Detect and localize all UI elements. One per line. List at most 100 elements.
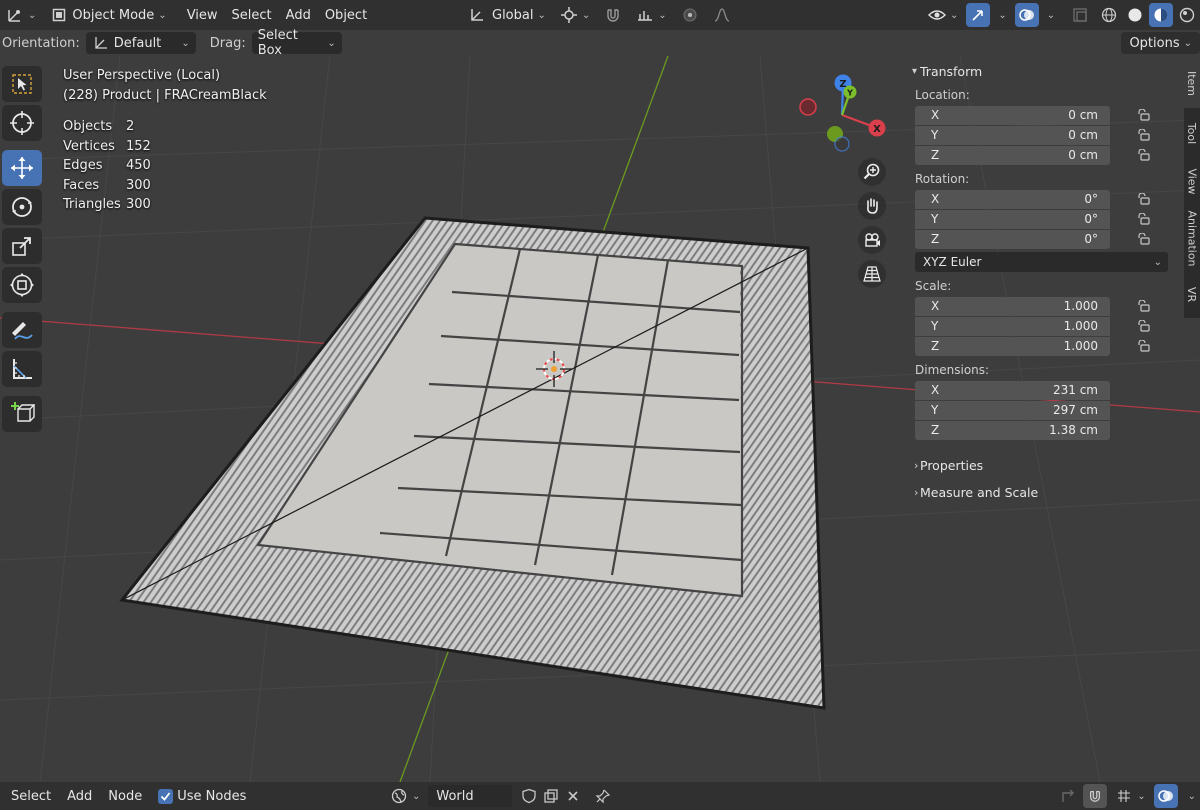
world-name-field[interactable]: World bbox=[428, 785, 513, 807]
location-label: Location: bbox=[915, 88, 970, 102]
duplicate-icon[interactable] bbox=[542, 787, 560, 805]
parent-node-icon[interactable] bbox=[1059, 787, 1077, 805]
snap-toggle[interactable] bbox=[598, 3, 628, 27]
unlink-x-icon[interactable] bbox=[564, 787, 582, 805]
gizmo-dropdown[interactable]: ⌄ bbox=[992, 3, 1008, 27]
transform-panel-header[interactable]: ▾ Transform bbox=[904, 58, 1182, 84]
properties-panel-header[interactable]: › Properties bbox=[904, 452, 1182, 479]
shading-rendered-button[interactable] bbox=[1175, 3, 1199, 27]
menu-node[interactable]: Node bbox=[100, 789, 150, 804]
shading-material-button[interactable] bbox=[1149, 3, 1174, 27]
menu-select-bottom[interactable]: Select bbox=[0, 789, 59, 804]
location-y-field[interactable]: Y 0 cm bbox=[915, 125, 1110, 145]
use-nodes-toggle[interactable]: Use Nodes bbox=[150, 788, 254, 804]
chevron-down-icon[interactable]: ⌄ bbox=[1188, 791, 1196, 802]
options-button[interactable]: Options ⌄ bbox=[1121, 32, 1200, 54]
pin-icon[interactable] bbox=[594, 787, 612, 805]
menu-add-bottom[interactable]: Add bbox=[59, 789, 100, 804]
lock-icon[interactable] bbox=[1134, 107, 1152, 123]
lock-icon[interactable] bbox=[1134, 147, 1152, 163]
stat-row: Vertices 152 bbox=[63, 137, 151, 157]
perspective-toggle-button[interactable] bbox=[858, 260, 886, 288]
tool-transform[interactable] bbox=[2, 267, 42, 303]
menu-add[interactable]: Add bbox=[280, 3, 317, 27]
shading-solid-button[interactable] bbox=[1123, 3, 1147, 27]
snap-target-node-dropdown[interactable]: ⌄ bbox=[1113, 784, 1147, 808]
orientation-dropdown[interactable]: Default ⌄ bbox=[85, 32, 196, 54]
lock-icon[interactable] bbox=[1134, 338, 1152, 354]
editor-type-button[interactable]: ⌄ bbox=[0, 3, 42, 27]
tab-animation[interactable]: Animation bbox=[1184, 206, 1200, 270]
menu-view[interactable]: View bbox=[181, 3, 224, 27]
rotation-z-row: Z 0° bbox=[915, 229, 1182, 249]
lock-icon[interactable] bbox=[1134, 298, 1152, 314]
world-name: World bbox=[436, 788, 474, 804]
tool-measure[interactable] bbox=[2, 351, 42, 387]
dimensions-x-field[interactable]: X 231 cm bbox=[915, 380, 1110, 400]
tab-vr[interactable]: VR bbox=[1184, 274, 1200, 314]
location-x-field[interactable]: X 0 cm bbox=[915, 105, 1110, 125]
move-arrows-icon bbox=[11, 157, 33, 179]
gizmo-toggle[interactable] bbox=[966, 3, 991, 27]
menu-object[interactable]: Object bbox=[319, 3, 373, 27]
scale-y-field[interactable]: Y 1.000 bbox=[915, 316, 1110, 336]
tab-item[interactable]: Item bbox=[1184, 58, 1200, 108]
rotation-x-field[interactable]: X 0° bbox=[915, 189, 1110, 209]
node-snap-toggle[interactable] bbox=[1083, 784, 1108, 808]
rotation-z-field[interactable]: Z 0° bbox=[915, 229, 1110, 249]
shading-wireframe-button[interactable] bbox=[1097, 3, 1121, 27]
pivot-point-dropdown[interactable]: ⌄ bbox=[554, 3, 596, 27]
tool-move[interactable] bbox=[2, 150, 42, 186]
tab-label: Item bbox=[1185, 70, 1199, 96]
zoom-button[interactable] bbox=[858, 158, 886, 186]
scale-label: Scale: bbox=[915, 279, 952, 293]
scale-x-field[interactable]: X 1.000 bbox=[915, 296, 1110, 316]
world-browse-button[interactable]: ⌄ bbox=[386, 784, 424, 808]
tool-annotate[interactable] bbox=[2, 312, 42, 348]
dimensions-y-field[interactable]: Y 297 cm bbox=[915, 400, 1110, 420]
tool-cursor[interactable] bbox=[2, 105, 42, 141]
location-z-field[interactable]: Z 0 cm bbox=[915, 145, 1110, 165]
lock-icon[interactable] bbox=[1134, 211, 1152, 227]
camera-view-button[interactable] bbox=[858, 226, 886, 254]
overlays-dropdown[interactable]: ⌄ bbox=[1041, 3, 1057, 27]
menu-select[interactable]: Select bbox=[226, 3, 278, 27]
tool-scale[interactable] bbox=[2, 228, 42, 264]
scale-z-field[interactable]: Z 1.000 bbox=[915, 336, 1110, 356]
measure-scale-panel-header[interactable]: › Measure and Scale bbox=[904, 479, 1182, 506]
xray-toggle[interactable] bbox=[1065, 3, 1095, 27]
tab-view[interactable]: View bbox=[1184, 158, 1200, 204]
lock-icon[interactable] bbox=[1134, 231, 1152, 247]
lock-icon[interactable] bbox=[1134, 318, 1152, 334]
proportional-falloff-dropdown[interactable] bbox=[707, 3, 737, 27]
mode-dropdown[interactable]: Object Mode ⌄ bbox=[44, 3, 172, 27]
rotation-mode-dropdown[interactable]: XYZ Euler ⌄ bbox=[915, 252, 1168, 272]
rug-object bbox=[119, 216, 826, 710]
lock-icon[interactable] bbox=[1134, 191, 1152, 207]
field-value: 0 cm bbox=[1068, 128, 1098, 142]
navigation-gizmo[interactable]: X Z Y bbox=[790, 68, 900, 158]
tool-add-cube[interactable] bbox=[2, 396, 42, 432]
drag-value: Select Box bbox=[257, 28, 298, 58]
rotation-y-field[interactable]: Y 0° bbox=[915, 209, 1110, 229]
dimensions-z-field[interactable]: Z 1.38 cm bbox=[915, 420, 1110, 440]
chevron-down-icon: ⌄ bbox=[998, 9, 1007, 21]
tool-rotate[interactable] bbox=[2, 189, 42, 225]
tab-tool[interactable]: Tool bbox=[1184, 110, 1200, 156]
overlays-toggle[interactable] bbox=[1014, 3, 1039, 27]
fake-user-shield-icon[interactable] bbox=[520, 787, 538, 805]
pan-button[interactable] bbox=[858, 192, 886, 220]
viewport-header: ⌄ Object Mode ⌄ View Select Add Object G… bbox=[0, 0, 1200, 30]
drag-dropdown[interactable]: Select Box ⌄ bbox=[251, 28, 342, 58]
node-overlays-toggle[interactable] bbox=[1153, 784, 1178, 808]
lock-icon[interactable] bbox=[1134, 127, 1152, 143]
proportional-edit-toggle[interactable] bbox=[675, 3, 705, 27]
snap-target-dropdown[interactable]: ⌄ bbox=[630, 3, 672, 27]
visibility-dropdown[interactable]: ⌄ bbox=[922, 3, 964, 27]
cursor-icon bbox=[10, 111, 34, 135]
transform-orientation-dropdown[interactable]: Global ⌄ bbox=[462, 3, 552, 27]
gizmo-icon bbox=[969, 6, 987, 24]
falloff-curve-icon bbox=[713, 6, 731, 24]
axis-label: X bbox=[931, 108, 940, 122]
tool-select-box[interactable] bbox=[2, 66, 42, 102]
